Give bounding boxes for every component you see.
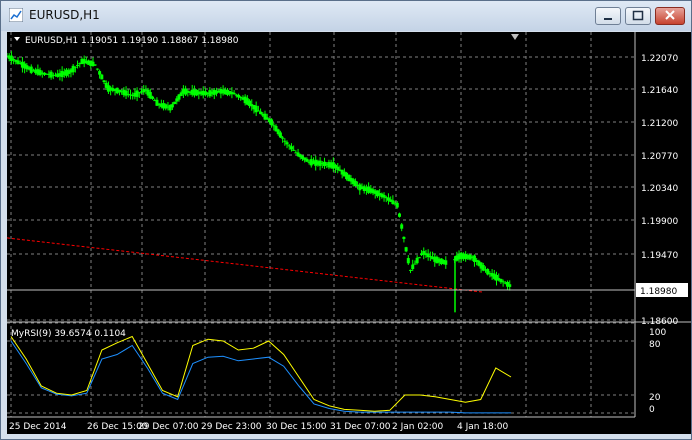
candle-body: [409, 269, 413, 271]
price-chart[interactable]: EURUSD,H1 1.19051 1.19190 1.18867 1.1898…: [7, 32, 691, 434]
close-icon: [665, 10, 675, 20]
candle-body: [259, 111, 263, 115]
price-tick: 1.21640: [641, 86, 678, 96]
time-axis[interactable]: 25 Dec 2014 26 Dec 15:00 29 Dec 07:00 29…: [9, 422, 509, 432]
candle-body: [415, 257, 419, 264]
time-tick: 2 Jan 02:00: [392, 422, 444, 432]
price-tick: 1.21200: [641, 119, 678, 129]
price-tick: 1.20770: [641, 152, 678, 162]
time-tick: 30 Dec 15:00: [266, 422, 327, 432]
rsi-signal-line: [10, 340, 511, 414]
candle-body: [287, 145, 291, 147]
candle-body: [270, 119, 274, 126]
price-tick: 1.18600: [641, 317, 678, 327]
candle-body: [413, 263, 417, 265]
time-tick: 31 Dec 07:00: [330, 422, 391, 432]
candle-body: [49, 71, 53, 78]
candle-body: [289, 146, 293, 150]
chart-area[interactable]: EURUSD,H1 1.19051 1.19190 1.18867 1.1898…: [7, 32, 691, 434]
candle-body: [135, 90, 139, 97]
candle-body: [397, 213, 401, 217]
candle-body: [93, 64, 97, 66]
price-tick: 1.19470: [641, 251, 678, 261]
candle-body: [501, 281, 505, 283]
candle-body: [402, 236, 406, 239]
candle-body: [100, 74, 104, 80]
chart-header-label: EURUSD,H1 1.19051 1.19190 1.18867 1.1898…: [25, 36, 239, 46]
chart-shift-marker[interactable]: [511, 34, 519, 40]
current-price-label: 1.18980: [640, 287, 677, 297]
candle-body: [164, 104, 168, 109]
candle-body: [444, 260, 448, 265]
candle-body: [404, 247, 408, 252]
rsi-level-label: 80: [649, 340, 661, 350]
price-tick: 1.22070: [641, 54, 678, 64]
candle-body: [278, 132, 282, 138]
candle-body: [283, 140, 287, 142]
candle-body: [232, 92, 236, 95]
rsi-level-label: 100: [649, 328, 666, 338]
candles-layer: [7, 51, 512, 313]
minimize-button[interactable]: [595, 7, 621, 25]
candle-body: [151, 96, 155, 99]
candle-body: [292, 149, 296, 151]
window-title: EURUSD,H1: [29, 8, 100, 22]
time-tick: 25 Dec 2014: [9, 422, 67, 432]
current-price-marker: 1.18980: [7, 283, 688, 297]
candle-body: [73, 66, 77, 68]
candle-body: [411, 264, 415, 270]
candle-body: [29, 66, 33, 73]
indicator-label: MyRSI(9) 39.6574 0.1104: [11, 329, 126, 339]
candle-body: [256, 110, 260, 112]
maximize-button[interactable]: [625, 7, 651, 25]
maximize-icon: [632, 10, 644, 21]
candle-body: [98, 71, 102, 75]
rsi-level-label: 20: [649, 393, 661, 403]
rsi-main-line: [10, 335, 512, 412]
candle-body: [406, 258, 410, 264]
candle-body: [285, 142, 289, 145]
candle-body: [395, 202, 399, 208]
candle-body: [170, 104, 174, 108]
rsi-level-label: 0: [649, 405, 655, 415]
minimize-icon: [604, 18, 612, 20]
indicator-axis[interactable]: 100 80 20 0: [649, 328, 666, 415]
rsi-layer: [10, 335, 512, 414]
candle-body: [95, 68, 99, 70]
candle-body: [417, 257, 421, 259]
price-tick: 1.20340: [641, 184, 678, 194]
time-tick: 4 Jan 18:00: [457, 422, 509, 432]
chart-window: EURUSD,H1 EURUSD,H1 1.19051 1.19190 1.18…: [0, 0, 692, 440]
candle-body: [9, 55, 13, 62]
chart-grid: [7, 32, 635, 417]
candle-body: [391, 200, 395, 205]
title-bar[interactable]: EURUSD,H1: [1, 1, 691, 31]
candle-body: [305, 158, 309, 162]
candle-body: [137, 92, 141, 94]
candle-body: [508, 284, 512, 287]
candle-body: [400, 224, 404, 229]
candle-body: [102, 80, 106, 83]
time-tick: 29 Dec 07:00: [138, 422, 199, 432]
header-triangle-icon[interactable]: [14, 37, 20, 41]
price-tick: 1.19900: [641, 217, 678, 227]
candle-body: [336, 166, 340, 171]
candle-body: [173, 101, 177, 104]
candle-body: [76, 64, 80, 66]
close-button[interactable]: [655, 7, 685, 25]
time-tick: 29 Dec 23:00: [201, 422, 262, 432]
candle-body: [281, 137, 285, 139]
chart-app-icon: [9, 8, 23, 22]
